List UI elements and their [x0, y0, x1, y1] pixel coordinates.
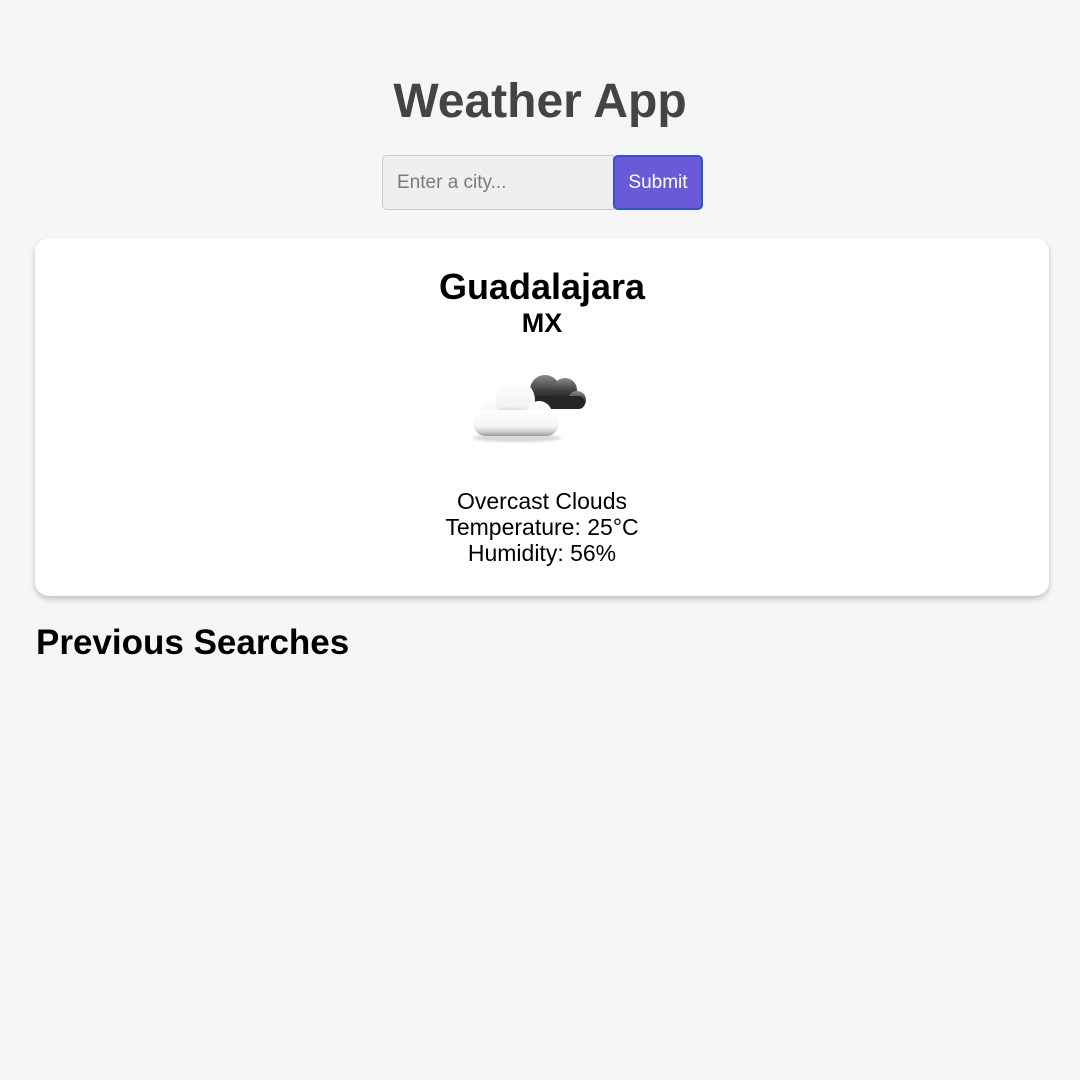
- city-name: Guadalajara: [438, 266, 646, 307]
- previous-searches-heading: Previous Searches: [36, 623, 350, 662]
- humidity-readout: Humidity: 56%: [467, 540, 617, 566]
- weather-description: Overcast Clouds: [456, 488, 627, 514]
- weather-card: Guadalajara MX Overcast Clouds Temperatu…: [35, 238, 1049, 596]
- temperature-readout: Temperature: 25°C: [445, 514, 639, 540]
- country-code: MX: [521, 308, 563, 338]
- page-title: Weather App: [393, 75, 687, 128]
- weather-details: Overcast Clouds Temperature: 25°C Humidi…: [35, 488, 1049, 566]
- overcast-clouds-icon: [473, 375, 586, 442]
- search-form: Submit: [382, 155, 703, 210]
- submit-button[interactable]: Submit: [613, 155, 703, 210]
- city-search-input[interactable]: [382, 155, 614, 210]
